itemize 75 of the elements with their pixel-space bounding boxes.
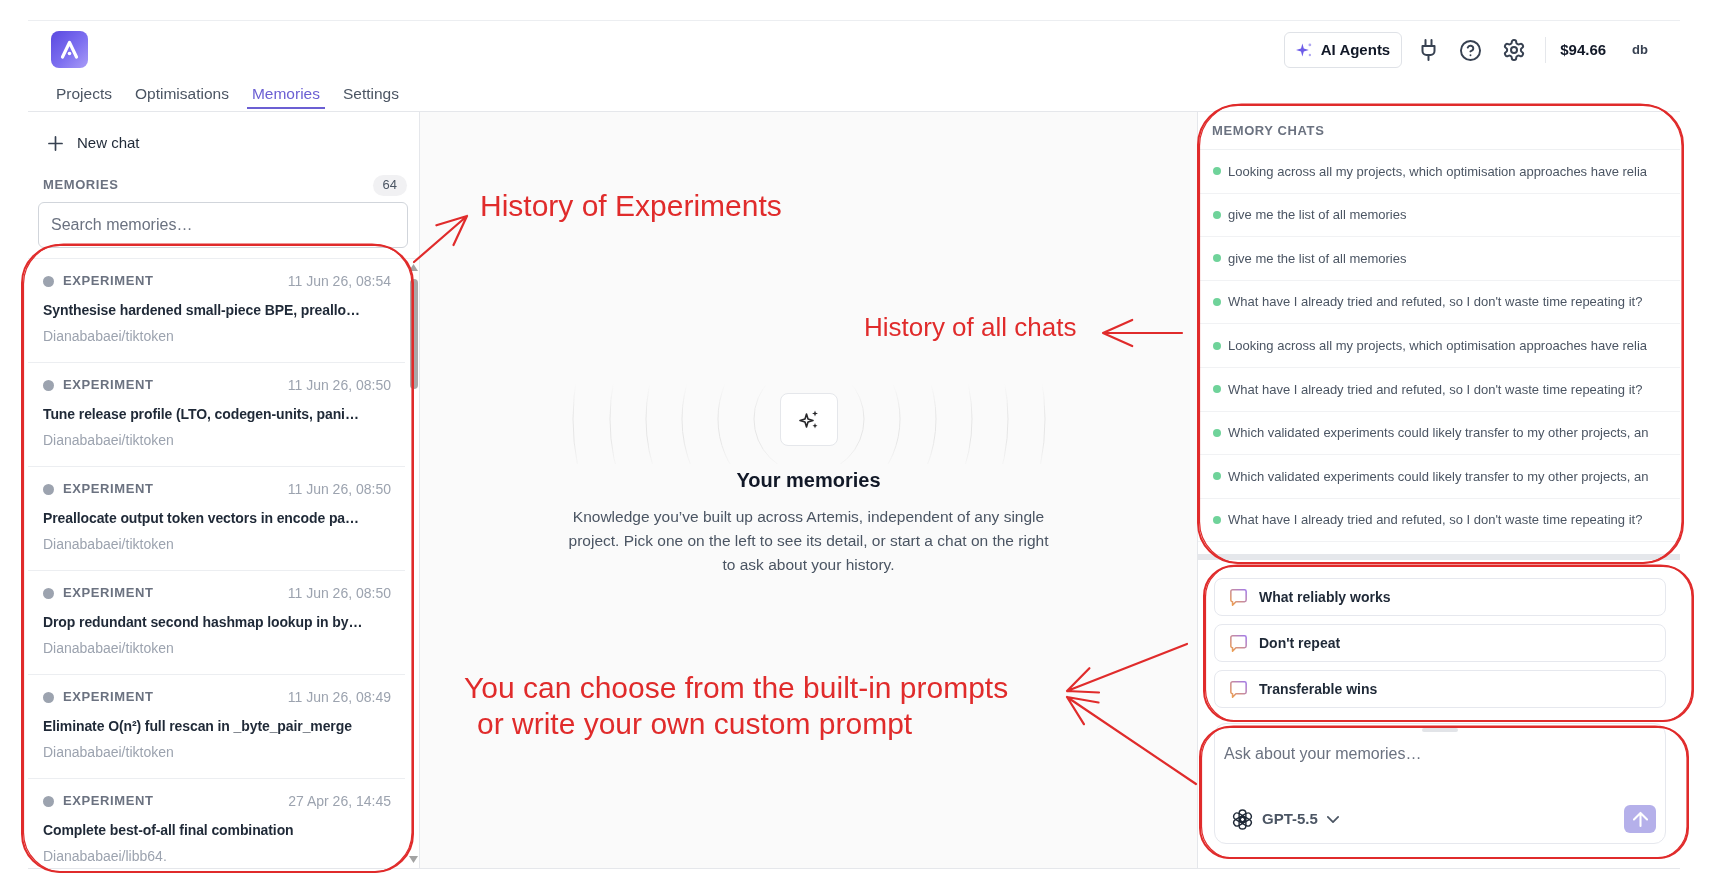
item-category: EXPERIMENT	[63, 376, 154, 395]
count-badge: 64	[372, 174, 407, 196]
section-label: MEMORY CHATS	[1212, 121, 1325, 140]
annotation-arrow	[412, 214, 469, 264]
sparkle-icon	[1295, 42, 1312, 58]
message-composer[interactable]: Ask about your memories… GPT-5.5	[1214, 723, 1666, 845]
item-date: 27 Apr 26, 14:45	[288, 791, 391, 811]
chat-history-item[interactable]: What have I already tried and refuted, so I don't waste time repeating it?	[1198, 280, 1680, 325]
plug-icon[interactable]	[1419, 39, 1439, 61]
item-category: EXPERIMENT	[63, 688, 154, 707]
nav-tab[interactable]: Memories	[246, 81, 325, 109]
item-repo: Dianababaei/tiktoken	[43, 535, 174, 553]
chat-history-item[interactable]: Which validated experiments could likely transfer to my other projects, an	[1198, 455, 1680, 499]
balance-amount: $94.66	[1560, 39, 1607, 60]
openai-logo-icon	[1232, 808, 1253, 830]
scroll-down-arrow-icon[interactable]	[409, 856, 418, 863]
plus-icon	[48, 135, 63, 151]
message-input[interactable]: Ask about your memories…	[1224, 744, 1656, 785]
item-title: Drop redundant second hashmap lookup in by…	[43, 613, 363, 632]
new-chat-button[interactable]: New chat	[42, 130, 146, 156]
chat-history-item[interactable]: Which validated experiments could likely transfer to my other projects, an	[1198, 411, 1680, 456]
item-date: 11 Jun 26, 08:50	[287, 375, 391, 395]
chat-history-item[interactable]: What have I already tried and refuted, so I don't waste time repeating it?	[1198, 498, 1680, 543]
arrow-up-icon	[1632, 810, 1648, 828]
horizontal-scrollbar[interactable]	[1198, 554, 1680, 561]
model-selector[interactable]: GPT-5.5	[1232, 808, 1339, 831]
item-title: Eliminate O(n²) full rescan in _byte_pair_merge	[43, 717, 352, 736]
item-repo: Dianababaei/tiktoken	[43, 639, 174, 657]
settings-icon[interactable]	[1503, 39, 1526, 61]
help-icon[interactable]	[1460, 39, 1482, 61]
scroll-up-arrow-icon[interactable]	[409, 264, 418, 271]
item-category: EXPERIMENT	[63, 584, 154, 603]
item-category: EXPERIMENT	[63, 480, 154, 499]
empty-state-description: Knowledge you’ve built up across Artemis, independent of any single project. Pick one on the left to see its detail, or start a chat on the right to ask about your history.	[567, 507, 1050, 575]
user-menu-button[interactable]: db	[1632, 40, 1648, 60]
chat-bubble-icon	[1230, 634, 1247, 652]
prompt-button[interactable]: Don't repeat	[1214, 624, 1666, 663]
search-field[interactable]: Search memories…	[38, 202, 408, 248]
caret-icon	[1326, 815, 1339, 823]
scrollbar-thumb[interactable]	[409, 279, 418, 389]
sparkles-icon	[779, 393, 838, 446]
chat-history-item[interactable]: Looking across all my projects, which optimisation approaches have relia	[1198, 324, 1680, 368]
nav-tab[interactable]: Settings	[337, 81, 404, 109]
chat-history-item[interactable]: give me the list of all memories	[1198, 237, 1680, 281]
prompt-button[interactable]: Transferable wins	[1214, 670, 1666, 709]
item-date: 11 Jun 26, 08:54	[287, 271, 391, 291]
ai-agents-button[interactable]: AI Agents	[1283, 32, 1403, 68]
annotation-text: History of Experiments	[480, 188, 782, 224]
empty-state-title: Your memories	[736, 468, 881, 492]
chat-bubble-icon	[1230, 680, 1247, 698]
chat-history-item[interactable]: What have I already tried and refuted, so I don't waste time repeating it?	[1198, 367, 1680, 412]
item-category: EXPERIMENT	[63, 792, 154, 811]
chat-history-item[interactable]: Looking across all my projects, which optimisation approaches have relia	[1198, 150, 1680, 194]
section-label: MEMORIES	[43, 176, 119, 195]
nav-tab[interactable]: Projects	[51, 81, 117, 109]
item-title: Synthesise hardened small-piece BPE, preallo…	[43, 301, 360, 320]
item-title: Preallocate output token vectors in encode pa…	[43, 509, 359, 528]
chat-bubble-icon	[1230, 588, 1247, 606]
item-title: Complete best-of-all final combination	[43, 821, 294, 840]
nav-tab[interactable]: Optimisations	[130, 81, 234, 109]
item-category: EXPERIMENT	[63, 272, 154, 291]
drag-handle[interactable]	[1422, 728, 1458, 733]
item-date: 11 Jun 26, 08:50	[287, 583, 391, 603]
annotation-text: History of all chats	[864, 311, 1077, 343]
item-repo: Dianababaei/libb64.	[43, 847, 167, 865]
chat-history-item[interactable]: give me the list of all memories	[1198, 193, 1680, 238]
item-repo: Dianababaei/tiktoken	[43, 431, 174, 449]
annotation-text: You can choose from the built-in prompts or write your own custom prompt	[463, 670, 1009, 742]
item-date: 11 Jun 26, 08:49	[287, 687, 391, 707]
item-title: Tune release profile (LTO, codegen-units, pani…	[43, 405, 359, 424]
item-date: 11 Jun 26, 08:50	[287, 479, 391, 499]
item-repo: Dianababaei/tiktoken	[43, 327, 174, 345]
item-repo: Dianababaei/tiktoken	[43, 743, 174, 761]
logo-icon	[51, 31, 88, 68]
prompt-button[interactable]: What reliably works	[1214, 578, 1666, 617]
